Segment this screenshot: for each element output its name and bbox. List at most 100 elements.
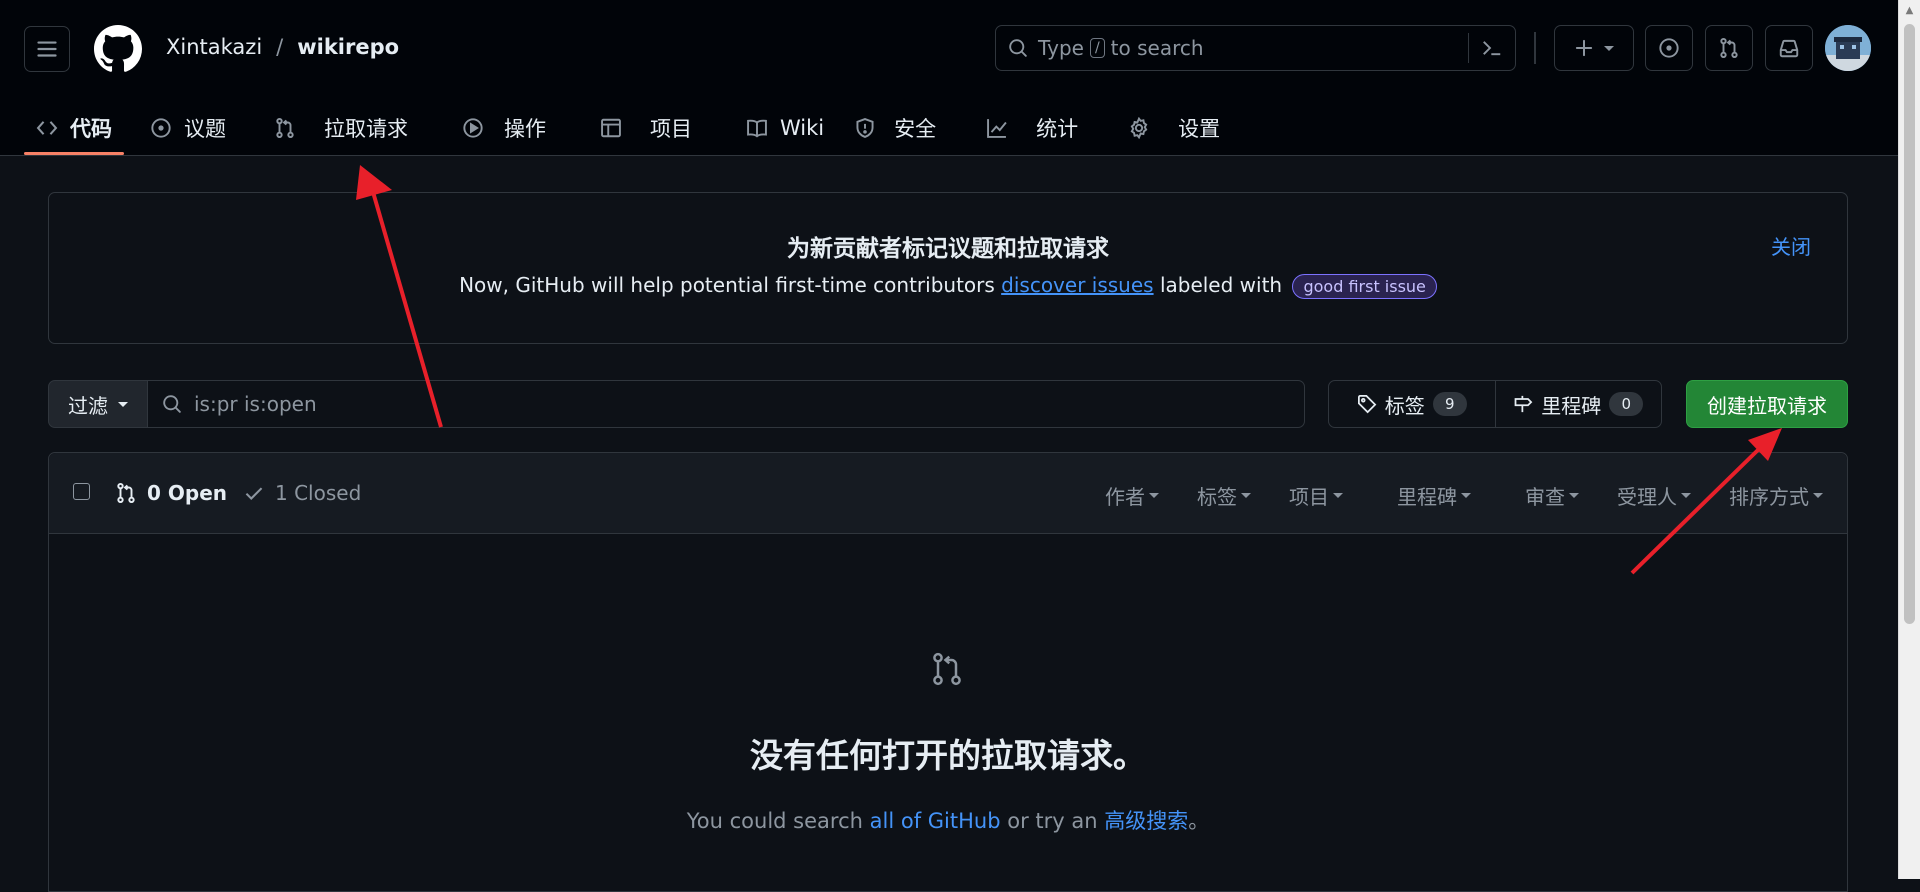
author-filter[interactable]: 作者 [1105,481,1159,510]
chevron-down-icon [1461,493,1471,498]
tab-label: 议题 [184,116,226,141]
project-filter[interactable]: 项目 [1289,481,1343,510]
inbox-icon [1779,39,1799,58]
pull-requests-button[interactable] [1705,25,1753,71]
filter-bar: 过滤 is:pr is:open [48,380,1305,428]
avatar-image [1825,25,1871,71]
filter-label: 过滤 [68,393,108,418]
banner-text-before: Now, GitHub will help potential first-ti… [459,273,995,297]
good-first-issue-label[interactable]: good first issue [1292,274,1437,299]
inbox-button[interactable] [1765,25,1813,71]
open-filter-link[interactable]: 0 Open [115,481,227,505]
assignee-filter[interactable]: 受理人 [1617,481,1691,510]
chevron-down-icon [1604,45,1614,51]
command-palette-icon[interactable] [1468,33,1515,63]
labels-milestones-group: 标签 9 里程碑 0 [1328,380,1662,428]
shield-icon [854,117,876,139]
milestones-label: 里程碑 [1541,393,1602,418]
new-pull-request-button[interactable]: 创建拉取请求 [1686,380,1848,428]
scrollbar-thumb[interactable] [1904,24,1915,624]
book-icon [746,117,768,139]
repo-tabs: 代码 议题 拉取请求 操作 项目 Wiki 安全 统计 设置 [24,100,1232,155]
discover-issues-link[interactable]: discover issues [1001,273,1153,297]
tab-label: 代码 [70,116,112,141]
tab-pull-requests[interactable]: 拉取请求 [262,100,420,155]
tab-label: 安全 [894,116,937,141]
gear-icon [1128,116,1150,139]
search-icon [162,394,182,414]
chevron-down-icon [1681,493,1691,498]
pull-request-icon [933,652,961,686]
labels-button[interactable]: 标签 9 [1329,381,1495,427]
tab-label: 操作 [504,116,546,141]
create-new-button[interactable] [1554,25,1634,71]
list-header: 0 Open 1 Closed 作者 标签 项目 里程碑 审查 受理人 排序方式 [49,453,1847,534]
pull-request-icon [1720,37,1738,59]
label-filter[interactable]: 标签 [1197,481,1251,510]
sort-filter[interactable]: 排序方式 [1729,481,1823,510]
tab-settings[interactable]: 设置 [1116,100,1232,155]
github-logo-icon[interactable] [94,25,142,73]
sort-filter-label: 标签 [1197,485,1237,509]
tab-actions[interactable]: 操作 [450,100,558,155]
play-icon [462,117,484,139]
banner-title: 为新贡献者标记议题和拉取请求 [787,236,1109,262]
table-icon [600,117,622,139]
repo-link[interactable]: wikirepo [297,35,399,59]
pull-request-list: 0 Open 1 Closed 作者 标签 项目 里程碑 审查 受理人 排序方式… [48,452,1848,892]
filter-dropdown-button[interactable]: 过滤 [48,380,148,428]
milestone-filter[interactable]: 里程碑 [1397,481,1471,510]
filter-query: is:pr is:open [194,392,317,416]
search-placeholder-prefix: Type [1038,36,1084,60]
tab-security[interactable]: 安全 [842,100,948,155]
chevron-down-icon [1149,493,1159,498]
labels-counter: 9 [1432,392,1467,416]
tab-insights[interactable]: 统计 [974,100,1090,155]
closed-filter-link[interactable]: 1 Closed [243,481,361,505]
tab-projects[interactable]: 项目 [588,100,704,155]
review-filter[interactable]: 审查 [1525,481,1579,510]
sort-filter-label: 里程碑 [1397,485,1457,509]
first-time-contributors-banner: 为新贡献者标记议题和拉取请求 Now, GitHub will help pot… [48,192,1848,344]
pull-request-icon [274,117,296,139]
search-placeholder-suffix: to search [1110,36,1204,60]
tab-label: 设置 [1178,116,1221,141]
closed-count: 1 Closed [275,481,362,505]
select-all-checkbox[interactable] [73,483,90,500]
tab-label: 项目 [650,116,692,141]
empty-text-mid: or try an [1007,809,1098,833]
sort-filter-menus: 作者 标签 项目 里程碑 审查 受理人 排序方式 [1105,481,1823,510]
all-of-github-link[interactable]: all of GitHub [870,809,1001,833]
filter-search-input[interactable]: is:pr is:open [148,380,1305,428]
tab-issues[interactable]: 议题 [138,100,238,155]
scroll-up-arrow-icon[interactable]: ▲ [1899,0,1920,22]
chevron-down-icon [1813,493,1823,498]
open-count: 0 Open [147,481,227,505]
chevron-down-icon [1569,493,1579,498]
path-separator: / [276,35,284,59]
advanced-search-link[interactable]: 高级搜索 [1104,809,1188,833]
empty-state-title: 没有任何打开的拉取请求。 [750,736,1146,775]
code-icon [36,117,58,139]
owner-link[interactable]: Xintakazi [166,35,262,59]
issues-button[interactable] [1645,25,1693,71]
header-divider [1534,32,1536,64]
tab-wiki[interactable]: Wiki [734,100,836,155]
scrollbar[interactable]: ▲ [1898,0,1920,879]
milestones-counter: 0 [1609,392,1644,416]
sort-filter-label: 排序方式 [1729,485,1809,509]
sort-filter-label: 项目 [1289,485,1329,509]
milestones-button[interactable]: 里程碑 0 [1494,381,1662,427]
chevron-down-icon [118,401,128,407]
banner-text-after: labeled with [1159,273,1283,297]
global-search-input[interactable]: Type / to search [995,25,1516,71]
hamburger-icon [37,41,57,57]
tab-code[interactable]: 代码 [24,100,124,155]
plus-icon [1575,39,1593,57]
tab-label: 统计 [1036,116,1079,141]
tab-label: 拉取请求 [324,116,408,141]
banner-close-button[interactable]: 关闭 [1771,231,1811,260]
graph-icon [986,117,1008,139]
menu-button[interactable] [24,26,70,72]
avatar[interactable] [1825,25,1871,71]
